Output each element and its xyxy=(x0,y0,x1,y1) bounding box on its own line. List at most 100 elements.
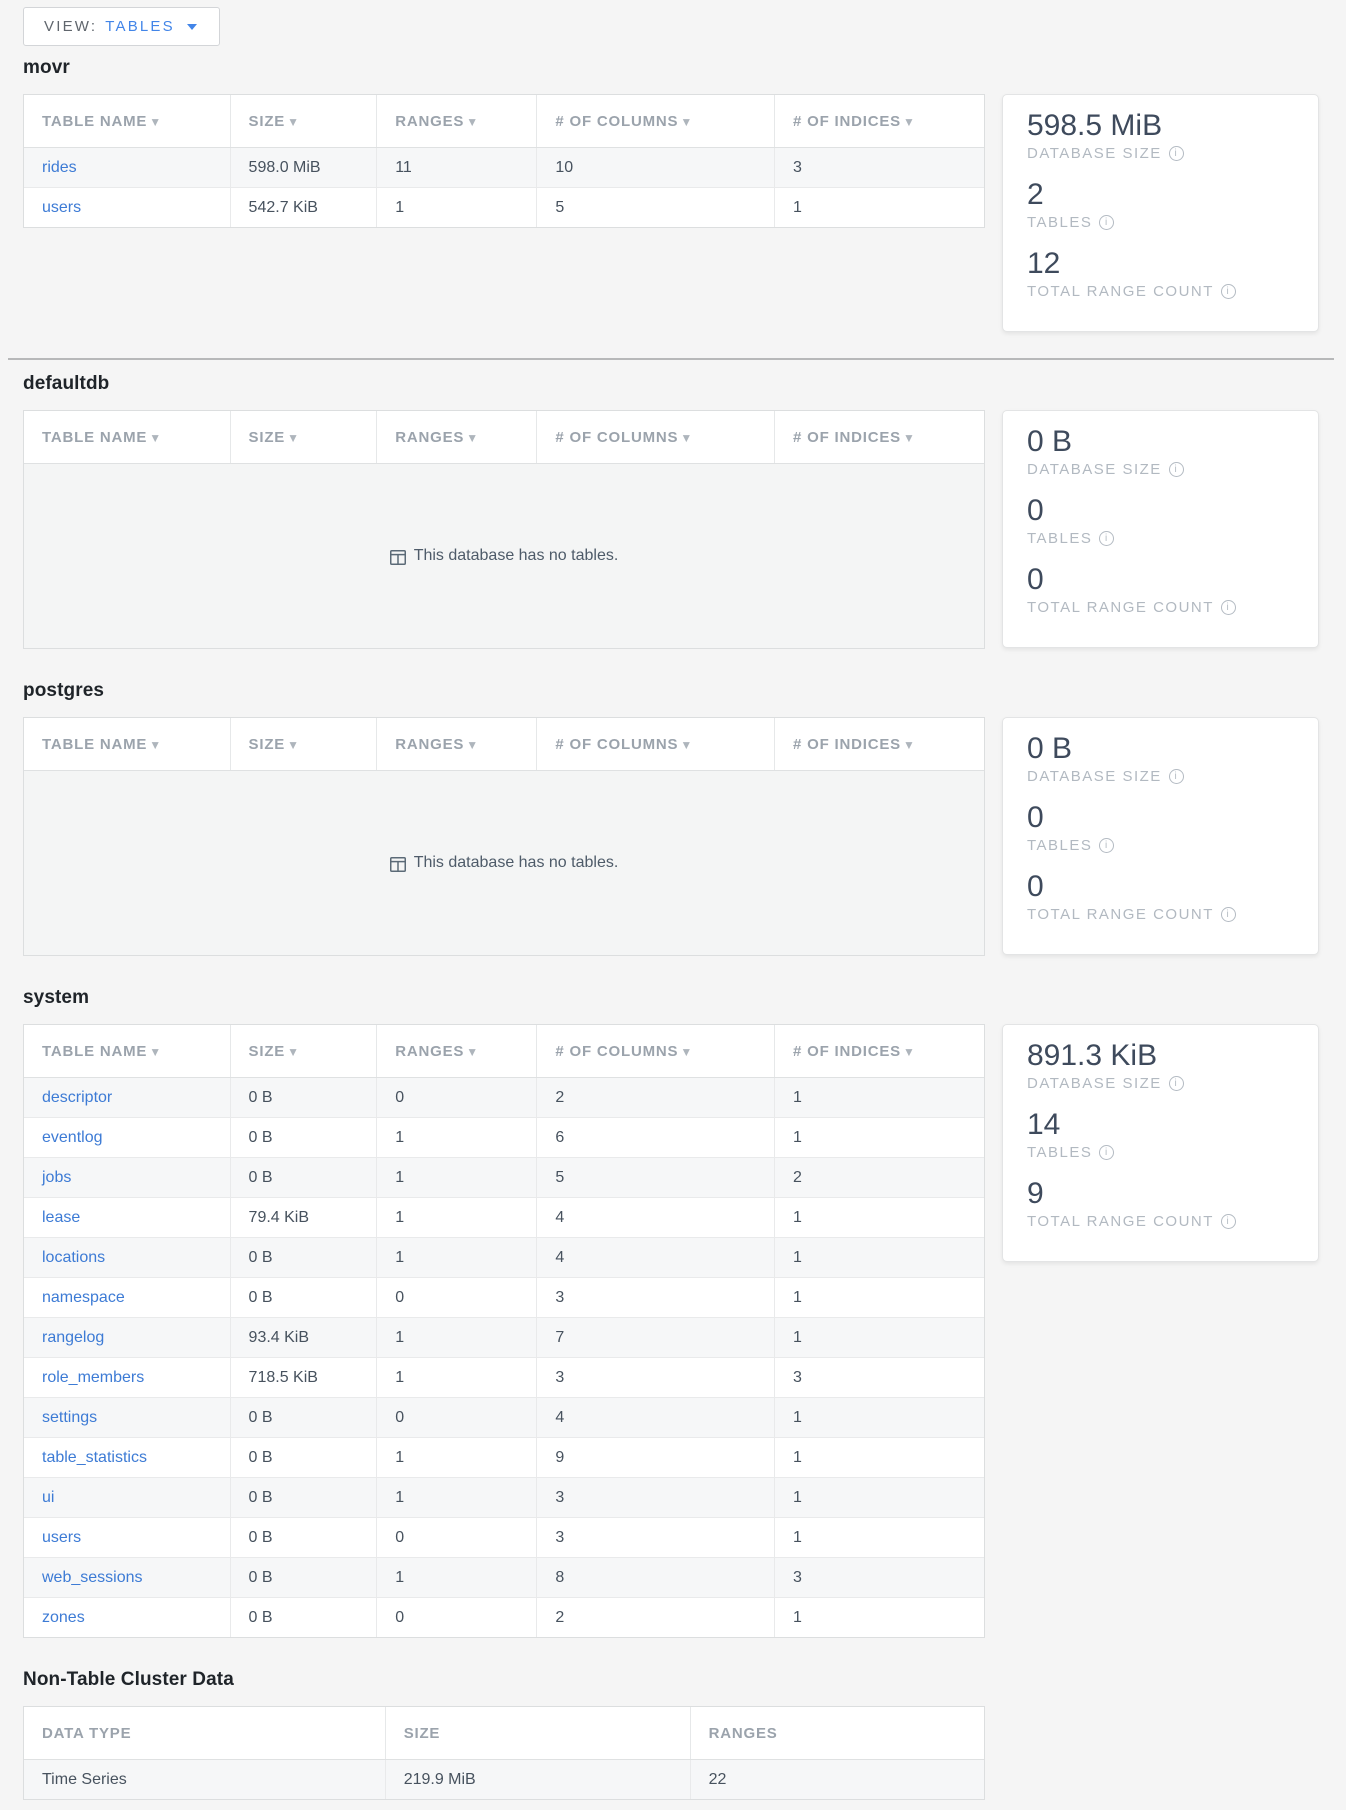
column-header-table-name[interactable]: TABLE NAME▼ xyxy=(24,718,230,771)
info-icon[interactable]: i xyxy=(1099,215,1114,230)
column-header-of-columns[interactable]: # OF COLUMNS▼ xyxy=(537,1025,775,1078)
info-icon[interactable]: i xyxy=(1221,1214,1236,1229)
info-icon[interactable]: i xyxy=(1099,1145,1114,1160)
table-link-lease[interactable]: lease xyxy=(42,1209,80,1226)
column-header-size[interactable]: SIZE▼ xyxy=(230,718,377,771)
info-icon[interactable]: i xyxy=(1221,907,1236,922)
table-link-table-statistics[interactable]: table_statistics xyxy=(42,1449,147,1466)
column-header-table-name[interactable]: TABLE NAME▼ xyxy=(24,95,230,148)
column-label: TABLE NAME xyxy=(42,429,147,446)
column-header-ranges[interactable]: RANGES▼ xyxy=(377,718,537,771)
column-header-of-indices[interactable]: # OF INDICES▼ xyxy=(775,1025,984,1078)
column-label: RANGES xyxy=(395,429,464,446)
table-link-web-sessions[interactable]: web_sessions xyxy=(42,1569,143,1586)
cell: 1 xyxy=(775,1318,984,1358)
column-label: RANGES xyxy=(395,1043,464,1060)
sort-desc-icon: ▼ xyxy=(149,115,162,129)
cell: 1 xyxy=(377,1238,537,1278)
db-section-movr: movr TABLE NAME▼SIZE▼RANGES▼# OF COLUMNS… xyxy=(23,57,1319,332)
table-row: eventlog0 B161 xyxy=(24,1118,984,1158)
cell: 1 xyxy=(377,188,537,228)
table-link-descriptor[interactable]: descriptor xyxy=(42,1089,112,1106)
tables-count-stat: 14 TABLES i xyxy=(1027,1107,1296,1161)
column-label: # OF INDICES xyxy=(793,1043,901,1060)
table-link-users[interactable]: users xyxy=(42,199,81,216)
table-row: locations0 B141 xyxy=(24,1238,984,1278)
sort-desc-icon: ▼ xyxy=(680,115,693,129)
empty-state: This database has no tables. xyxy=(24,464,984,648)
tables-table: TABLE NAME▼SIZE▼RANGES▼# OF COLUMNS▼# OF… xyxy=(23,1024,985,1638)
column-header-ranges[interactable]: RANGES▼ xyxy=(377,1025,537,1078)
tables-table: TABLE NAME▼SIZE▼RANGES▼# OF COLUMNS▼# OF… xyxy=(23,717,985,956)
column-header-of-indices[interactable]: # OF INDICES▼ xyxy=(775,718,984,771)
table-link-zones[interactable]: zones xyxy=(42,1609,85,1626)
cell: 0 B xyxy=(230,1558,377,1598)
column-header-of-columns[interactable]: # OF COLUMNS▼ xyxy=(537,718,775,771)
cell: 4 xyxy=(537,1398,775,1438)
view-selected-value: TABLES xyxy=(105,18,175,35)
cell: 9 xyxy=(537,1438,775,1478)
table-link-ui[interactable]: ui xyxy=(42,1489,54,1506)
column-label: SIZE xyxy=(249,429,286,446)
info-icon[interactable]: i xyxy=(1221,284,1236,299)
table-row: Time Series219.9 MiB22 xyxy=(24,1760,984,1800)
table-link-rangelog[interactable]: rangelog xyxy=(42,1329,104,1346)
table-link-rides[interactable]: rides xyxy=(42,159,77,176)
table-row: rides598.0 MiB11103 xyxy=(24,148,984,188)
range-count-value: 9 xyxy=(1027,1176,1296,1212)
column-label: TABLE NAME xyxy=(42,736,147,753)
table-header-row: TABLE NAME▼SIZE▼RANGES▼# OF COLUMNS▼# OF… xyxy=(24,411,984,464)
chevron-down-icon xyxy=(187,24,197,30)
info-icon[interactable]: i xyxy=(1099,838,1114,853)
column-header-of-columns[interactable]: # OF COLUMNS▼ xyxy=(537,411,775,464)
info-icon[interactable]: i xyxy=(1169,462,1184,477)
info-icon[interactable]: i xyxy=(1169,769,1184,784)
view-mode-dropdown[interactable]: VIEW: TABLES xyxy=(23,7,220,46)
table-link-users[interactable]: users xyxy=(42,1529,81,1546)
column-header-table-name[interactable]: TABLE NAME▼ xyxy=(24,411,230,464)
table-link-namespace[interactable]: namespace xyxy=(42,1289,125,1306)
column-header-size[interactable]: SIZE▼ xyxy=(230,1025,377,1078)
column-header-ranges[interactable]: RANGES▼ xyxy=(377,411,537,464)
table-name-cell: ui xyxy=(24,1478,230,1518)
database-size-value: 598.5 MiB xyxy=(1027,108,1296,144)
cell: 1 xyxy=(775,1398,984,1438)
column-label: # OF INDICES xyxy=(793,736,901,753)
column-header-of-indices[interactable]: # OF INDICES▼ xyxy=(775,95,984,148)
cell: 3 xyxy=(775,148,984,188)
table-link-jobs[interactable]: jobs xyxy=(42,1169,71,1186)
info-icon[interactable]: i xyxy=(1169,146,1184,161)
cell: 3 xyxy=(537,1478,775,1518)
cell: 6 xyxy=(537,1118,775,1158)
info-icon[interactable]: i xyxy=(1221,600,1236,615)
column-header-of-indices[interactable]: # OF INDICES▼ xyxy=(775,411,984,464)
table-link-settings[interactable]: settings xyxy=(42,1409,97,1426)
table-link-locations[interactable]: locations xyxy=(42,1249,105,1266)
cell: 0 B xyxy=(230,1078,377,1118)
table-row: users542.7 KiB151 xyxy=(24,188,984,228)
cell: 4 xyxy=(537,1238,775,1278)
tables-count-label: TABLES i xyxy=(1027,530,1296,547)
database-name: movr xyxy=(23,57,1319,79)
table-link-eventlog[interactable]: eventlog xyxy=(42,1129,103,1146)
database-size-stat: 0 B DATABASE SIZE i xyxy=(1027,731,1296,785)
column-header-size[interactable]: SIZE▼ xyxy=(230,95,377,148)
range-count-stat: 0 TOTAL RANGE COUNT i xyxy=(1027,869,1296,923)
cell: 4 xyxy=(537,1198,775,1238)
range-count-value: 0 xyxy=(1027,869,1296,905)
table-link-role-members[interactable]: role_members xyxy=(42,1369,144,1386)
cell: 3 xyxy=(775,1358,984,1398)
cell: 0 xyxy=(377,1398,537,1438)
column-header-size[interactable]: SIZE▼ xyxy=(230,411,377,464)
cell: 1 xyxy=(377,1118,537,1158)
cell: 0 xyxy=(377,1078,537,1118)
info-icon[interactable]: i xyxy=(1099,531,1114,546)
sort-desc-icon: ▼ xyxy=(903,1045,916,1059)
info-icon[interactable]: i xyxy=(1169,1076,1184,1091)
column-label: SIZE xyxy=(249,736,286,753)
column-header-ranges[interactable]: RANGES▼ xyxy=(377,95,537,148)
cell: 0 B xyxy=(230,1518,377,1558)
column-header-of-columns[interactable]: # OF COLUMNS▼ xyxy=(537,95,775,148)
empty-state: This database has no tables. xyxy=(24,771,984,955)
column-header-table-name[interactable]: TABLE NAME▼ xyxy=(24,1025,230,1078)
